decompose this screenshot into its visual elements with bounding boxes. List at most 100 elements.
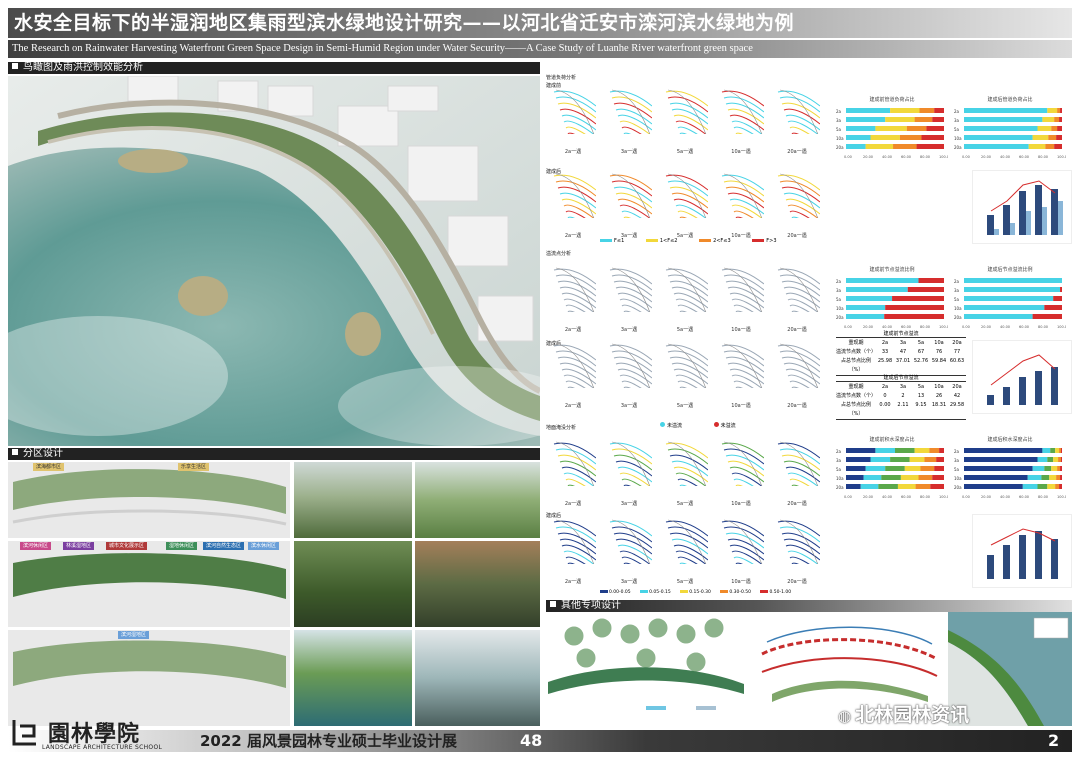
svg-text:20a: 20a bbox=[836, 315, 844, 320]
svg-text:0.00: 0.00 bbox=[844, 325, 852, 329]
zoning-map-3: 滨河湿地区 bbox=[8, 630, 290, 726]
svg-text:40.00: 40.00 bbox=[1000, 325, 1010, 329]
zoning-map-1: 滨海都市区 乐享生活区 bbox=[8, 462, 290, 538]
combo-chart-svg bbox=[987, 354, 1058, 405]
table-cell: 重现期 bbox=[848, 340, 864, 346]
mini-map bbox=[553, 441, 596, 486]
combo-chart-svg bbox=[987, 180, 1063, 235]
svg-text:80.00: 80.00 bbox=[920, 155, 930, 159]
wechat-icon: ◍ bbox=[838, 707, 852, 725]
table-cell: 3a bbox=[899, 384, 907, 390]
svg-text:10a: 10a bbox=[954, 136, 962, 141]
mini-map bbox=[609, 89, 652, 134]
svg-text:20.00: 20.00 bbox=[981, 155, 991, 159]
water-special-design bbox=[546, 614, 746, 714]
photo-plaza bbox=[294, 462, 412, 538]
svg-text:20a: 20a bbox=[954, 315, 962, 320]
mini-map-label: 10a一遇 bbox=[731, 501, 751, 507]
table-caption: 建成前节点溢流 bbox=[836, 330, 966, 338]
svg-text:80.00: 80.00 bbox=[920, 495, 930, 499]
mini-maps-grid: 2a一遇 3a一遇 5a一遇 10a一遇 20a一遇 2a一遇 3a一遇 5a一遇 10a一遇 2… bbox=[546, 74, 826, 600]
table-cell: 2a bbox=[881, 384, 889, 390]
svg-text:0.00: 0.00 bbox=[844, 155, 852, 159]
combo-chart-svg bbox=[987, 528, 1058, 579]
table-caption: 建成后节点溢流 bbox=[836, 374, 966, 382]
svg-text:100.00: 100.00 bbox=[1057, 155, 1066, 159]
section-title: 其他专项设计 bbox=[561, 600, 621, 611]
svg-text:5a: 5a bbox=[836, 127, 842, 132]
mini-map-label: 20a一遇 bbox=[787, 327, 807, 333]
table-cell: 76 bbox=[935, 349, 943, 355]
svg-text:5a: 5a bbox=[954, 467, 960, 472]
mini-map bbox=[721, 267, 764, 312]
aerial-render bbox=[8, 76, 540, 446]
legend-label: 0.30-0.50 bbox=[729, 590, 751, 595]
mini-map bbox=[665, 267, 708, 312]
svg-text:3a: 3a bbox=[836, 118, 842, 123]
combo-chart-3 bbox=[972, 514, 1072, 588]
mini-map-label: 10a一遇 bbox=[731, 579, 751, 585]
table-cell: 20a bbox=[952, 340, 962, 346]
exhibition-number: 48 bbox=[520, 731, 543, 750]
table-cell: 9.15 bbox=[915, 402, 927, 408]
legend-label: F≤1 bbox=[614, 238, 625, 244]
mini-map-label: 3a一遇 bbox=[620, 327, 638, 333]
svg-text:2a: 2a bbox=[836, 449, 842, 454]
school-logo-icon bbox=[10, 716, 40, 750]
mini-map-label: 2a一遇 bbox=[564, 579, 582, 585]
table-cell: 26 bbox=[935, 393, 943, 399]
svg-text:20a: 20a bbox=[836, 145, 844, 150]
mini-map bbox=[665, 441, 708, 486]
svg-text:0.00: 0.00 bbox=[962, 495, 970, 499]
table-cell: 25.98 bbox=[877, 358, 893, 364]
stacked-bar-chart: 2a 3a 5a 10a 20a 0.00 20.00 40.00 60.00 80.00 100.… bbox=[954, 278, 1066, 329]
svg-text:5a: 5a bbox=[954, 297, 960, 302]
photo-bridge bbox=[294, 541, 412, 627]
zone-tag: 城市文化展示区 bbox=[106, 542, 148, 550]
zone-tag: 滨河休闲区 bbox=[20, 542, 52, 550]
legend-dot bbox=[713, 422, 719, 427]
mini-map-label: 5a一遇 bbox=[676, 579, 694, 585]
svg-text:10a: 10a bbox=[954, 306, 962, 311]
mini-map bbox=[777, 519, 820, 564]
mini-map bbox=[609, 441, 652, 486]
mini-map bbox=[777, 267, 820, 312]
zone-tag: 湿地休闲区 bbox=[166, 542, 198, 550]
mini-map bbox=[609, 519, 652, 564]
section-square-icon bbox=[12, 449, 18, 455]
mini-map bbox=[553, 173, 596, 218]
chart-title: 建成前管道负荷占比 bbox=[869, 97, 915, 103]
table-cell: 60.63 bbox=[949, 358, 965, 364]
table-cell: 2 bbox=[901, 393, 905, 399]
mini-map bbox=[777, 173, 820, 218]
legend-swatch bbox=[699, 239, 712, 242]
svg-text:80.00: 80.00 bbox=[920, 325, 930, 329]
legend-swatch bbox=[752, 239, 765, 242]
svg-text:80.00: 80.00 bbox=[1038, 325, 1048, 329]
mini-map-label: 20a一遇 bbox=[787, 579, 807, 585]
table-cell: 77 bbox=[953, 349, 961, 355]
svg-text:3a: 3a bbox=[836, 458, 842, 463]
mini-map-label: 10a一遇 bbox=[731, 149, 751, 155]
svg-text:0.00: 0.00 bbox=[962, 325, 970, 329]
zone-tag: 乐享生活区 bbox=[178, 463, 210, 471]
stacked-bar-chart: 2a 3a 5a 10a 20a 0.00 20.00 40.00 60.00 80.00 100.… bbox=[954, 448, 1066, 499]
table-row: 重现期 2a 3a 5a 10a 20a bbox=[836, 339, 966, 348]
svg-text:20.00: 20.00 bbox=[863, 495, 873, 499]
svg-text:80.00: 80.00 bbox=[1038, 495, 1048, 499]
table-row: 重现期 2a 3a 5a 10a 20a bbox=[836, 383, 966, 392]
mini-map-label: 5a一遇 bbox=[676, 501, 694, 507]
mini-map-label: 2a一遇 bbox=[564, 327, 582, 333]
mini-map bbox=[665, 89, 708, 134]
table-cell: 占总节点比例（%） bbox=[840, 402, 871, 417]
legend-label: 0.05-0.15 bbox=[649, 590, 671, 595]
legend-flood: 0.00-0.05 0.05-0.15 0.15-0.30 0.30-0.50 … bbox=[600, 590, 830, 598]
svg-text:20a: 20a bbox=[836, 485, 844, 490]
svg-text:40.00: 40.00 bbox=[882, 155, 892, 159]
legend-label: 1<F≤2 bbox=[659, 238, 678, 244]
svg-text:20.00: 20.00 bbox=[981, 325, 991, 329]
legend-label: 0.00-0.05 bbox=[609, 590, 631, 595]
section-header-other: 其他专项设计 bbox=[546, 600, 1072, 612]
school-logo-mark bbox=[12, 720, 36, 746]
table-cell: 52.76 bbox=[913, 358, 929, 364]
